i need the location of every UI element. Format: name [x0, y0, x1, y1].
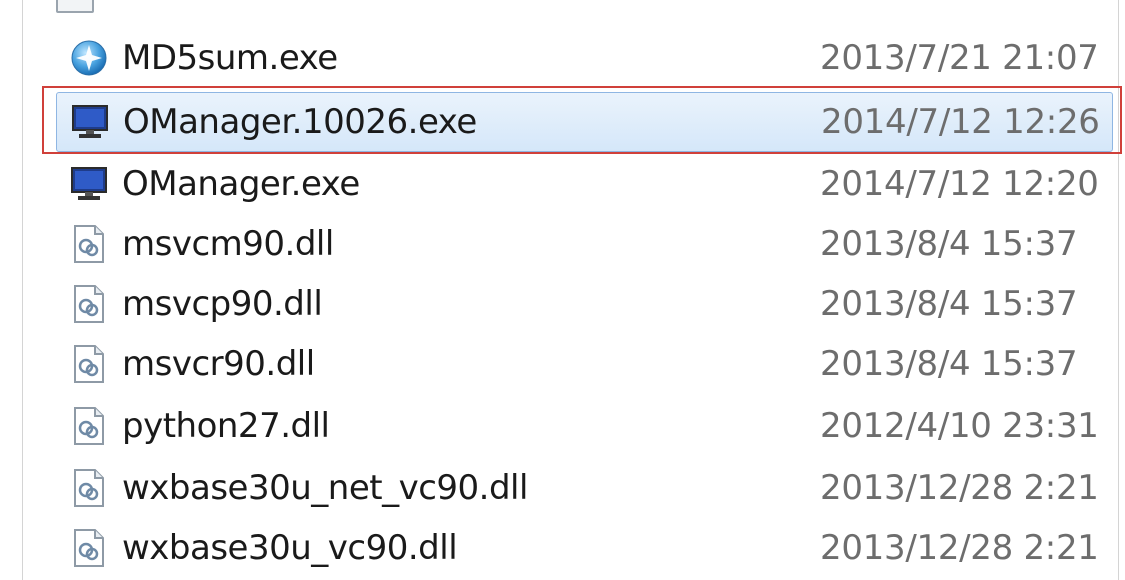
file-date: 2013/7/21 21:07: [820, 38, 1099, 78]
file-row[interactable]: python27.dll 2012/4/10 23:31: [56, 396, 1113, 456]
file-date: 2013/12/28 2:21: [820, 468, 1099, 508]
file-row[interactable]: msvcm90.dll 2013/8/4 15:37: [56, 214, 1113, 274]
dll-file-icon: [68, 343, 110, 385]
monitor-app-icon: [68, 163, 110, 205]
monitor-app-icon: [69, 101, 111, 143]
dll-file-icon: [68, 467, 110, 509]
file-row[interactable]: OManager.exe 2014/7/12 12:20: [56, 154, 1113, 214]
dll-file-icon: [68, 405, 110, 447]
dll-file-icon: [68, 527, 110, 569]
file-date: 2013/8/4 15:37: [820, 344, 1078, 384]
file-row-selected[interactable]: OManager.10026.exe 2014/7/12 12:26: [56, 92, 1113, 152]
file-row[interactable]: wxbase30u_vc90.dll 2013/12/28 2:21: [56, 518, 1113, 578]
file-explorer-view: MD5sum.exe 2013/7/21 21:07 OManager.1002…: [0, 0, 1125, 580]
file-row[interactable]: msvcp90.dll 2013/8/4 15:37: [56, 274, 1113, 334]
pane-right-border: [1118, 0, 1119, 580]
file-date: 2014/7/12 12:20: [820, 164, 1099, 204]
pane-left-border: [22, 0, 23, 580]
md5-app-icon: [68, 37, 110, 79]
file-list: MD5sum.exe 2013/7/21 21:07 OManager.1002…: [24, 0, 1117, 580]
file-date: 2012/4/10 23:31: [820, 406, 1099, 446]
file-row[interactable]: msvcr90.dll 2013/8/4 15:37: [56, 334, 1113, 394]
file-date: 2013/8/4 15:37: [820, 224, 1078, 264]
file-date: 2014/7/12 12:26: [821, 102, 1100, 142]
file-row[interactable]: wxbase30u_net_vc90.dll 2013/12/28 2:21: [56, 458, 1113, 518]
file-date: 2013/12/28 2:21: [820, 528, 1099, 568]
dll-file-icon: [68, 283, 110, 325]
file-row[interactable]: MD5sum.exe 2013/7/21 21:07: [56, 28, 1113, 88]
file-date: 2013/8/4 15:37: [820, 284, 1078, 324]
dll-file-icon: [68, 223, 110, 265]
